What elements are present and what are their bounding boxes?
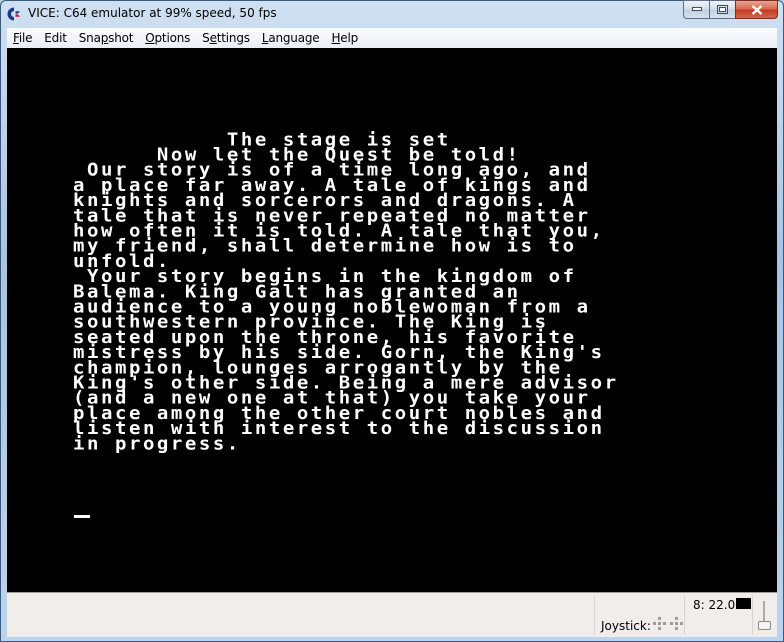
volume-slider[interactable]: [757, 601, 771, 633]
status-separator: [752, 595, 753, 635]
joystick-port-2-icon[interactable]: [670, 617, 684, 631]
status-bar: Joystick: 8: 22.0: [7, 592, 777, 637]
menu-settings[interactable]: Settings: [196, 28, 256, 48]
c64-text-output: The stage is set Now let the Quest be to…: [73, 131, 619, 453]
drive-led-indicator: [736, 598, 751, 609]
menu-language[interactable]: Language: [256, 28, 326, 48]
menu-bar: File Edit Snapshot Options Settings Lang…: [7, 28, 777, 48]
menu-file[interactable]: File: [7, 28, 38, 48]
status-separator: [684, 595, 685, 635]
joystick-label: Joystick:: [601, 619, 651, 633]
emulator-screen[interactable]: The stage is set Now let the Quest be to…: [7, 48, 777, 592]
slider-thumb[interactable]: [758, 621, 771, 630]
text-cursor: [74, 515, 90, 518]
caption-buttons: [683, 0, 778, 20]
close-icon: [751, 4, 762, 15]
drive-track-status: 8: 22.0: [693, 598, 736, 612]
commodore-logo-icon: [6, 6, 22, 22]
status-separator: [594, 595, 595, 635]
title-bar[interactable]: VICE: C64 emulator at 99% speed, 50 fps: [0, 0, 784, 28]
close-button[interactable]: [735, 0, 778, 19]
menu-help[interactable]: Help: [325, 28, 364, 48]
maximize-button[interactable]: [709, 0, 735, 19]
minimize-icon: [691, 7, 702, 11]
minimize-button[interactable]: [683, 0, 709, 19]
menu-snapshot[interactable]: Snapshot: [73, 28, 140, 48]
window-title: VICE: C64 emulator at 99% speed, 50 fps: [28, 6, 277, 20]
menu-edit[interactable]: Edit: [38, 28, 72, 48]
maximize-icon: [717, 5, 728, 14]
joystick-port-1-icon[interactable]: [653, 617, 667, 631]
menu-options[interactable]: Options: [139, 28, 196, 48]
